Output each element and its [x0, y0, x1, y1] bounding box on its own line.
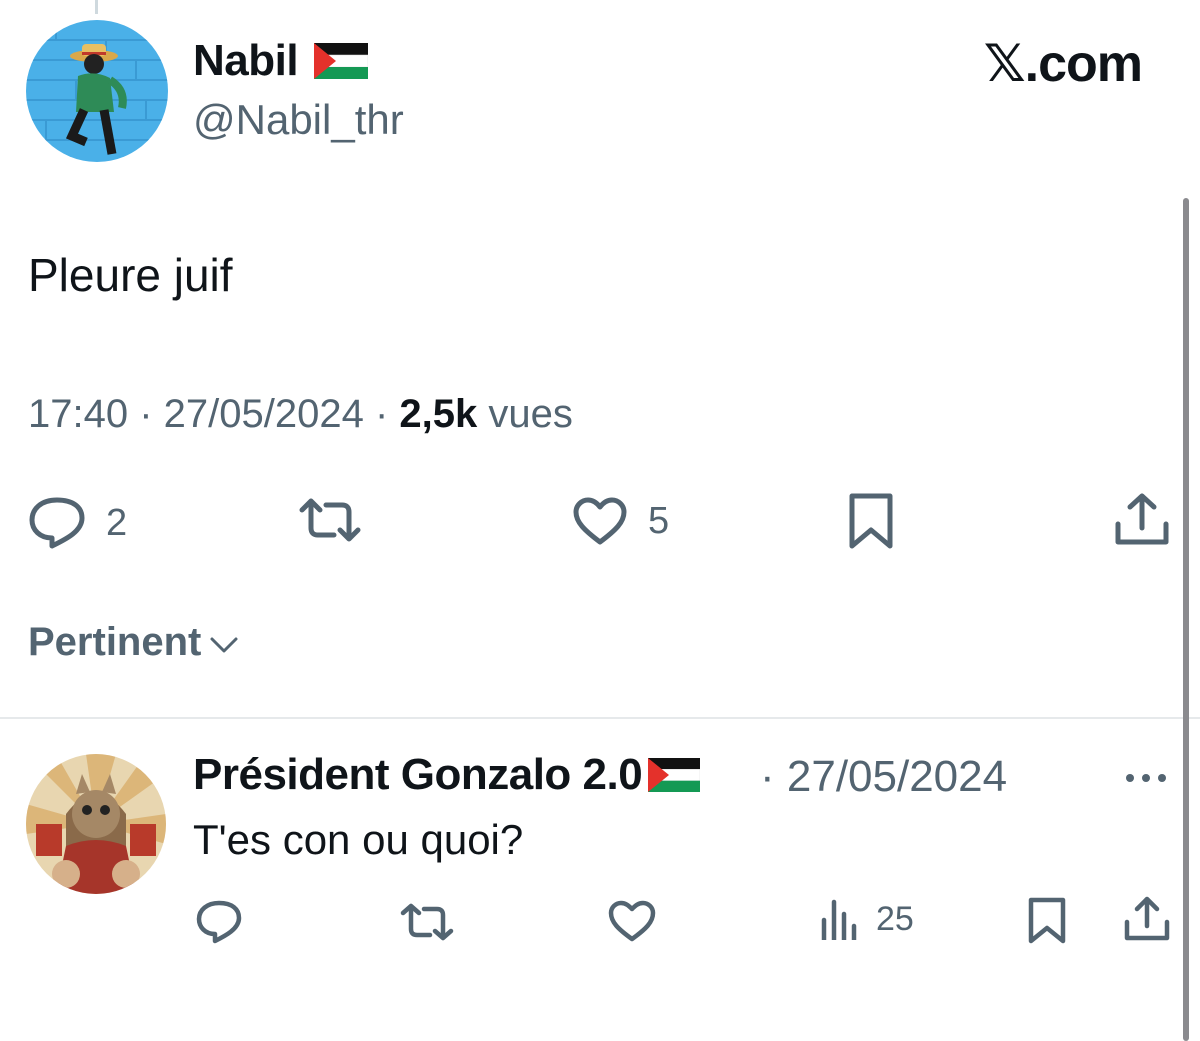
palestine-flag-icon [648, 758, 701, 792]
like-count: 5 [648, 499, 670, 542]
section-divider [0, 717, 1200, 719]
sort-dropdown[interactable]: Pertinent [28, 620, 239, 665]
reply-reply-button[interactable] [196, 900, 242, 944]
reply-text: T'es con ou quoi? [193, 816, 524, 863]
sort-label: Pertinent [28, 620, 202, 664]
author-name-text: Nabil [193, 36, 299, 85]
tweet-meta: 17:40 · 27/05/2024 · 2,5k vues [28, 392, 573, 437]
reply-views-button[interactable]: 25 [820, 898, 914, 940]
reply-share-button[interactable] [1124, 896, 1170, 942]
tweet-time[interactable]: 17:40 [28, 392, 128, 437]
brand-domain: .com [1024, 35, 1143, 93]
palestine-flag-icon [314, 43, 369, 79]
bookmark-icon [1028, 897, 1066, 945]
reply-button[interactable]: 2 [28, 496, 127, 550]
bar-chart-icon [820, 898, 860, 940]
tweet-text: Pleure juif [28, 249, 233, 301]
views-count: 2,5k [399, 392, 478, 436]
reply-author-name-text: Président Gonzalo 2.0 [193, 750, 643, 799]
author-handle[interactable]: @Nabil_thr [193, 96, 404, 144]
meta-separator: · [128, 392, 164, 436]
share-icon [1114, 492, 1170, 548]
share-button[interactable] [1114, 492, 1170, 548]
chevron-down-icon [209, 620, 239, 665]
reply-count: 2 [106, 501, 128, 544]
meta-separator: · [363, 392, 400, 436]
retweet-button[interactable] [298, 498, 362, 542]
reply-bookmark-button[interactable] [1028, 897, 1066, 945]
bookmark-button[interactable] [848, 492, 894, 550]
retweet-icon [400, 903, 454, 941]
speech-bubble-icon [28, 496, 86, 550]
reply-like-button[interactable] [608, 900, 656, 942]
retweet-icon [298, 498, 362, 542]
scrollbar[interactable] [1183, 198, 1189, 1041]
thread-line [95, 0, 98, 14]
tweet-date[interactable]: 27/05/2024 [164, 392, 364, 437]
author-name[interactable]: Nabil [193, 36, 369, 86]
heart-icon [608, 900, 656, 942]
reply-retweet-button[interactable] [400, 903, 454, 941]
speech-bubble-icon [196, 900, 242, 944]
like-button[interactable]: 5 [572, 496, 669, 546]
x-logo-icon: 𝕏 [983, 34, 1026, 94]
reply-author-name[interactable]: Président Gonzalo 2.0 [193, 750, 701, 800]
bookmark-icon [848, 492, 894, 550]
brand-watermark: 𝕏 .com [983, 34, 1143, 94]
more-dots-icon[interactable] [1125, 770, 1167, 788]
reply-date[interactable]: · 27/05/2024 [760, 752, 1007, 802]
author-avatar[interactable] [26, 20, 168, 162]
share-icon [1124, 896, 1170, 942]
views-label: vues [477, 392, 573, 436]
reply-author-avatar[interactable] [26, 754, 166, 894]
reply-views-count: 25 [876, 899, 914, 938]
heart-icon [572, 496, 628, 546]
